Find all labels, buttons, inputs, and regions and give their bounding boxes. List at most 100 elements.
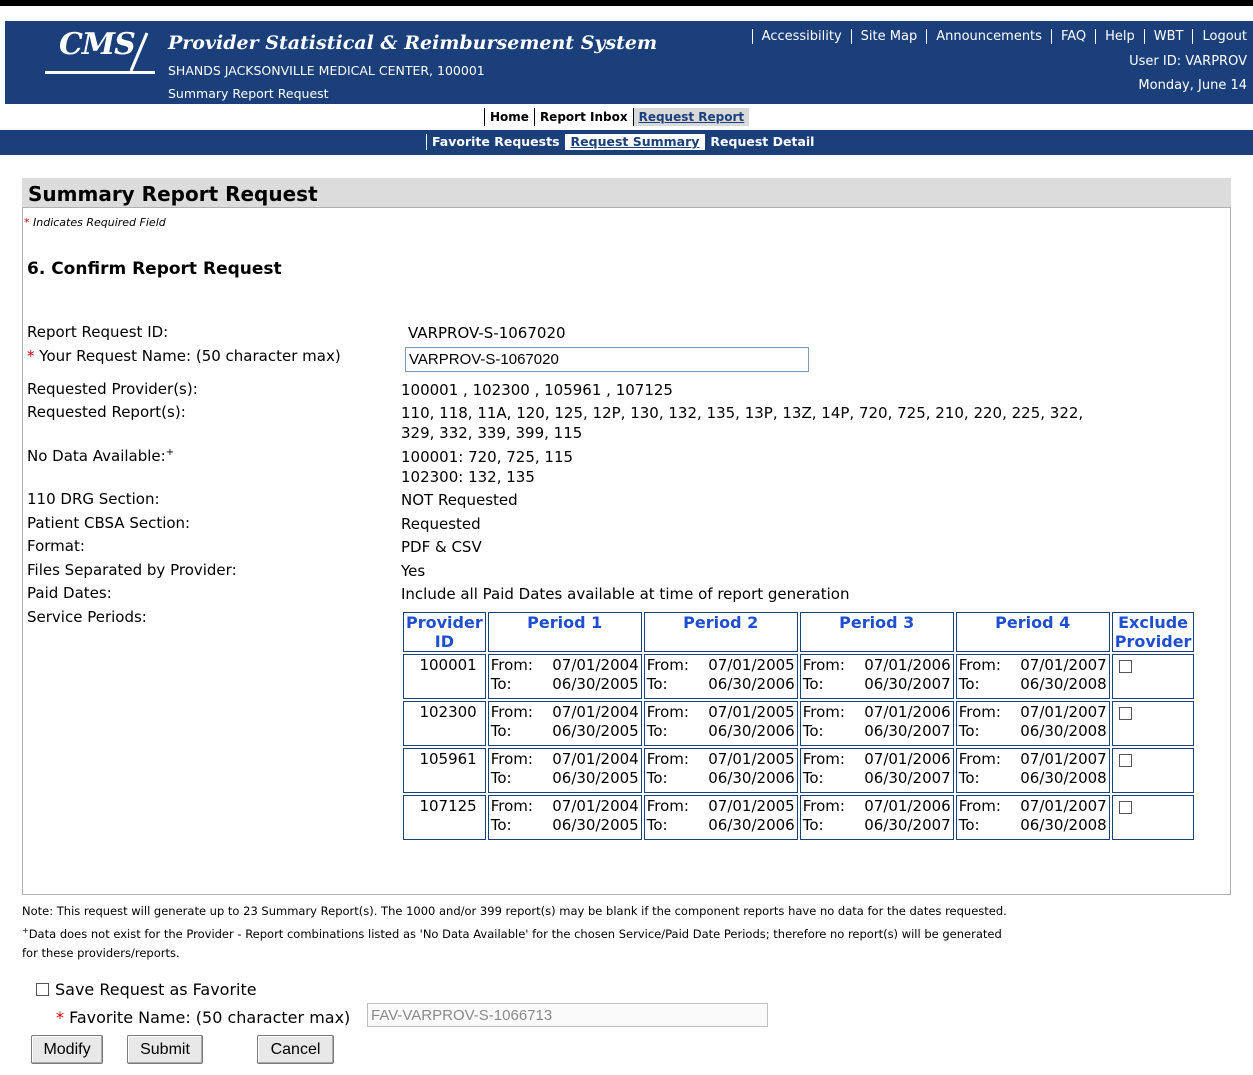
provider-id-cell: 100001: [403, 654, 486, 699]
period-cell: From: 07/01/2004 To: 06/30/2005: [487, 701, 642, 746]
to-date: 06/30/2008: [1020, 722, 1107, 740]
to-label: To:: [958, 769, 980, 787]
report-request-id-value: VARPROV-S-1067020: [408, 324, 566, 342]
panel-header: Summary Report Request: [22, 178, 1231, 208]
reports-label: Requested Report(s):: [27, 403, 186, 421]
from-label: From:: [490, 750, 533, 768]
tab-request-report[interactable]: Request Report: [632, 108, 750, 126]
step-title: 6. Confirm Report Request: [27, 259, 282, 279]
from-label: From:: [646, 703, 689, 721]
required-asterisk: *: [56, 1008, 64, 1027]
drg-value: NOT Requested: [401, 491, 518, 509]
subnav-request-detail[interactable]: Request Detail: [704, 134, 819, 150]
to-date: 06/30/2006: [708, 816, 795, 834]
subnav-favorite-requests[interactable]: Favorite Requests: [426, 134, 565, 150]
tab-report-inbox[interactable]: Report Inbox: [533, 108, 633, 126]
page-subtitle: Summary Report Request: [168, 86, 329, 101]
from-line: From: 07/01/2007: [959, 750, 1107, 769]
header-provider-id: Provider ID: [403, 612, 486, 652]
save-favorite-checkbox[interactable]: [36, 983, 49, 996]
note-text: Note: This request will generate up to 2…: [22, 904, 1007, 918]
from-line: From: 07/01/2006: [803, 750, 951, 769]
provider-id-cell: 105961: [403, 748, 486, 793]
to-label: To:: [490, 769, 512, 787]
to-date: 06/30/2005: [552, 675, 639, 693]
from-line: From: 07/01/2005: [647, 703, 795, 722]
period-cell: From: 07/01/2007 To: 06/30/2008: [955, 795, 1110, 840]
submit-button[interactable]: Submit: [127, 1035, 203, 1064]
header-exclude-provider: Exclude Provider: [1111, 612, 1195, 652]
reports-line: 110, 118, 11A, 120, 125, 12P, 130, 132, …: [401, 404, 1084, 422]
period-cell: From: 07/01/2007 To: 06/30/2008: [955, 654, 1110, 699]
link-faq[interactable]: FAQ: [1050, 29, 1095, 44]
to-line: To: 06/30/2005: [491, 816, 639, 835]
header-period-2: Period 2: [643, 612, 798, 652]
exclude-provider-checkbox[interactable]: [1118, 660, 1132, 673]
from-date: 07/01/2007: [1020, 656, 1107, 674]
period-cell: From: 07/01/2004 To: 06/30/2005: [487, 654, 642, 699]
link-announcements[interactable]: Announcements: [926, 29, 1051, 44]
favorite-name-input[interactable]: [367, 1003, 768, 1027]
to-line: To: 06/30/2008: [959, 769, 1107, 788]
top-border: [0, 0, 1253, 6]
from-label: From:: [646, 656, 689, 674]
from-label: From:: [958, 703, 1001, 721]
table-row: 107125 From: 07/01/2004 To: 06/30/2005 From: 0…: [403, 795, 1195, 840]
separated-value: Yes: [401, 562, 426, 580]
period-cell: From: 07/01/2006 To: 06/30/2007: [799, 795, 954, 840]
to-label: To:: [958, 816, 980, 834]
from-label: From:: [490, 656, 533, 674]
link-wbt[interactable]: WBT: [1143, 29, 1193, 44]
exclude-provider-checkbox[interactable]: [1118, 707, 1132, 720]
to-label: To:: [646, 722, 668, 740]
required-asterisk: *: [27, 347, 35, 365]
page-title: Summary Report Request: [28, 182, 318, 206]
link-help[interactable]: Help: [1095, 29, 1144, 44]
paid-dates-value: Include all Paid Dates available at time…: [401, 585, 850, 603]
from-line: From: 07/01/2004: [491, 656, 639, 675]
exclude-cell: [1111, 654, 1195, 699]
link-logout[interactable]: Logout: [1192, 29, 1247, 44]
to-date: 06/30/2007: [864, 675, 951, 693]
app-header: CMS Provider Statistical & Reimbursement…: [5, 21, 1253, 104]
to-date: 06/30/2006: [708, 722, 795, 740]
period-cell: From: 07/01/2006 To: 06/30/2007: [799, 701, 954, 746]
modify-button[interactable]: Modify: [31, 1035, 103, 1064]
from-line: From: 07/01/2005: [647, 797, 795, 816]
to-date: 06/30/2005: [552, 722, 639, 740]
period-cell: From: 07/01/2007 To: 06/30/2008: [955, 748, 1110, 793]
link-accessibility[interactable]: Accessibility: [751, 29, 851, 44]
from-date: 07/01/2004: [552, 797, 639, 815]
to-date: 06/30/2007: [864, 769, 951, 787]
link-site-map[interactable]: Site Map: [850, 29, 927, 44]
save-favorite-row: Save Request as Favorite: [36, 980, 257, 999]
from-line: From: 07/01/2007: [959, 703, 1107, 722]
to-line: To: 06/30/2005: [491, 769, 639, 788]
exclude-provider-checkbox[interactable]: [1118, 754, 1132, 767]
logo-underline: [45, 71, 155, 74]
request-name-input[interactable]: [405, 347, 809, 372]
header-period-4: Period 4: [955, 612, 1110, 652]
subnav-request-summary[interactable]: Request Summary: [564, 134, 705, 150]
cbsa-value: Requested: [401, 515, 481, 533]
from-line: From: 07/01/2005: [647, 750, 795, 769]
required-note: * Indicates Required Field: [24, 216, 166, 229]
from-date: 07/01/2004: [552, 656, 639, 674]
logo-swoosh-icon: [129, 32, 149, 72]
save-favorite-label: Save Request as Favorite: [55, 980, 257, 999]
to-line: To: 06/30/2006: [647, 722, 795, 741]
period-cell: From: 07/01/2007 To: 06/30/2008: [955, 701, 1110, 746]
to-date: 06/30/2005: [552, 816, 639, 834]
to-date: 06/30/2007: [864, 722, 951, 740]
exclude-provider-checkbox[interactable]: [1118, 801, 1132, 814]
from-line: From: 07/01/2007: [959, 797, 1107, 816]
table-row: 100001 From: 07/01/2004 To: 06/30/2005 From: 0…: [403, 654, 1195, 699]
cancel-button[interactable]: Cancel: [257, 1035, 334, 1064]
tab-home[interactable]: Home: [484, 108, 534, 126]
to-line: To: 06/30/2006: [647, 769, 795, 788]
to-label: To:: [490, 816, 512, 834]
to-date: 06/30/2006: [708, 769, 795, 787]
app-title: Provider Statistical & Reimbursement Sys…: [168, 32, 658, 54]
favorite-name-label: * Favorite Name: (50 character max): [56, 1008, 350, 1027]
table-row: 105961 From: 07/01/2004 To: 06/30/2005 From: 0…: [403, 748, 1195, 793]
